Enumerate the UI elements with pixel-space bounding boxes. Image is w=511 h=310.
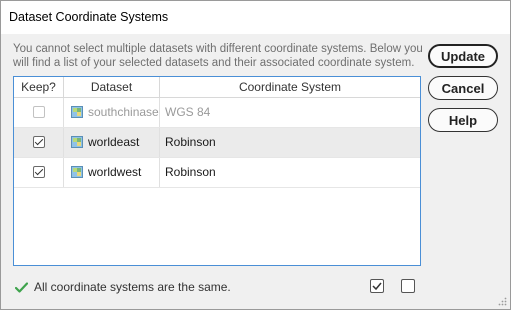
dataset-table: Keep? Dataset Coordinate System southchi…	[13, 76, 421, 266]
dataset-cell: worldwest	[64, 158, 160, 187]
uncheck-all-icon[interactable]	[401, 279, 415, 293]
raster-dataset-icon	[71, 166, 83, 178]
check-all-icon[interactable]	[370, 279, 384, 293]
coordinate-system-cell: Robinson	[165, 135, 216, 149]
dataset-cell: southchinasea	[64, 98, 160, 127]
keep-cell	[14, 128, 64, 157]
keep-checkbox[interactable]	[33, 136, 45, 148]
status-message: All coordinate systems are the same.	[34, 280, 231, 294]
resize-grip-icon[interactable]	[498, 297, 507, 306]
dataset-name: southchinasea	[88, 105, 160, 119]
column-header-coordinate-system[interactable]: Coordinate System	[160, 77, 420, 97]
coordinate-system-cell: WGS 84	[165, 105, 211, 119]
keep-cell	[14, 158, 64, 187]
title-bar: Dataset Coordinate Systems	[1, 1, 510, 34]
table-row[interactable]: worldwest Robinson	[14, 158, 420, 188]
table-row[interactable]: southchinasea WGS 84	[14, 98, 420, 128]
cancel-button[interactable]: Cancel	[428, 76, 498, 100]
dialog-description: You cannot select multiple datasets with…	[13, 43, 423, 69]
column-header-dataset[interactable]: Dataset	[64, 77, 160, 97]
dialog-window: Dataset Coordinate Systems You cannot se…	[0, 0, 511, 310]
update-button[interactable]: Update	[428, 44, 498, 68]
status-bar: All coordinate systems are the same.	[15, 279, 231, 295]
coordinate-system-cell: Robinson	[165, 165, 216, 179]
help-button[interactable]: Help	[428, 108, 498, 132]
dataset-name: worldeast	[88, 135, 140, 149]
keep-checkbox[interactable]	[33, 166, 45, 178]
column-header-keep[interactable]: Keep?	[14, 77, 64, 97]
dialog-title: Dataset Coordinate Systems	[9, 10, 169, 24]
table-row[interactable]: worldeast Robinson	[14, 128, 420, 158]
dataset-name: worldwest	[88, 165, 142, 179]
raster-dataset-icon	[71, 106, 83, 118]
table-header: Keep? Dataset Coordinate System	[14, 77, 420, 98]
keep-cell	[14, 98, 64, 127]
keep-checkbox[interactable]	[33, 106, 45, 118]
dataset-cell: worldeast	[64, 128, 160, 157]
checkmark-icon	[15, 281, 28, 293]
raster-dataset-icon	[71, 136, 83, 148]
